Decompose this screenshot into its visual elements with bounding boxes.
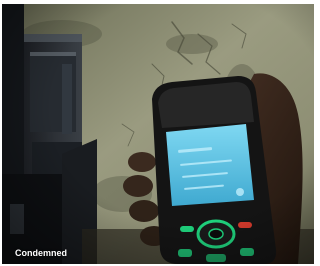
scene-illustration	[2, 4, 314, 264]
screenshot-frame: Condemned	[0, 0, 316, 266]
game-scene-photo	[2, 4, 314, 264]
image-caption: Condemned	[15, 248, 68, 258]
